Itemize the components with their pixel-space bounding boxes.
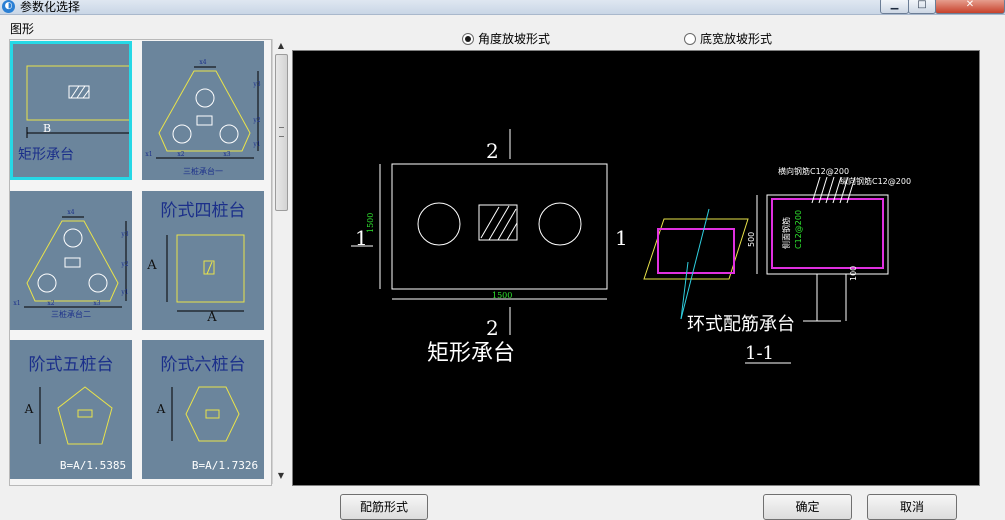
section-title: 1-1 <box>745 343 774 364</box>
thumb-formula: B=A/1.7326 <box>191 459 259 472</box>
thumb-dim-label: A <box>156 402 166 416</box>
thumb-dim-label: x4 <box>67 209 75 216</box>
rebar-side-spec: C12@200 <box>794 210 803 249</box>
radio-angle-slope[interactable]: 角度放坡形式 <box>462 30 550 47</box>
window-title: 参数化选择 <box>20 0 81 14</box>
rebar-form-button[interactable]: 配筋形式 <box>340 494 428 520</box>
radio-checked-icon <box>462 32 474 45</box>
thumb-caption: 阶式五桩台 <box>28 355 114 375</box>
radio-label: 底宽放坡形式 <box>700 32 773 46</box>
thumb-caption: 阶式四桩台 <box>160 201 246 221</box>
scroll-down-icon[interactable]: ▼ <box>273 469 289 483</box>
ok-button[interactable]: 确定 <box>763 494 852 520</box>
rebar-side-label: 侧面钢筋 <box>781 217 791 249</box>
dim-height: 1500 <box>366 213 375 233</box>
dim-width: 1500 <box>492 291 512 300</box>
title-bar: ◐ 参数化选择 ▁ □ ✕ <box>0 0 1005 15</box>
bottom-dim: 100 <box>849 266 858 281</box>
scroll-up-icon[interactable]: ▲ <box>273 39 289 53</box>
thumbnail-three-pile-1[interactable]: x4 x1 x2 x3 y1 y2 y3 三桩承台一 <box>142 41 264 180</box>
thumbnail-four-pile[interactable]: 阶式四桩台 A A <box>142 191 264 330</box>
thumb-caption: 阶式六桩台 <box>160 355 246 375</box>
section-mark-bottom: 2 <box>486 316 499 340</box>
thumb-dim-label: A <box>207 310 217 325</box>
thumb-dim-label: y1 <box>253 141 261 148</box>
thumb-caption: 三桩承台一 <box>183 167 223 176</box>
radio-unchecked-icon <box>684 32 696 45</box>
rebar-horizontal-label: 横向钢筋C12@200 <box>778 166 849 176</box>
minimize-button[interactable]: ▁ <box>880 0 909 14</box>
thumb-dim-label: A <box>24 402 34 416</box>
thumb-dim-label: x3 <box>223 151 231 158</box>
thumb-dim-label: x3 <box>93 300 101 307</box>
section-mark-top: 2 <box>486 139 499 163</box>
height-dim: 500 <box>747 232 756 247</box>
group-label: 图形 <box>10 22 35 36</box>
preview-canvas: 2 2 1 1 1500 1500 矩形承台 横向钢筋C12@200 纵向钢筋C… <box>292 50 980 486</box>
app-logo-icon: ◐ <box>2 0 15 13</box>
radio-width-slope[interactable]: 底宽放坡形式 <box>684 30 772 47</box>
mode-options: 角度放坡形式 底宽放坡形式 <box>291 26 978 48</box>
radio-label: 角度放坡形式 <box>478 32 551 46</box>
thumb-dim-label: y2 <box>253 117 261 124</box>
thumb-dim-label: y3 <box>253 81 261 88</box>
close-button[interactable]: ✕ <box>935 0 1005 14</box>
thumb-dim-label: x4 <box>199 59 207 66</box>
thumb-dim-label: B <box>42 122 52 135</box>
thumb-formula: B=A/1.5385 <box>59 459 127 472</box>
thumb-caption: 三桩承台二 <box>51 310 91 319</box>
scroll-thumb[interactable] <box>275 54 288 211</box>
plan-title: 矩形承台 <box>427 341 515 366</box>
side-mark-right: 1 <box>615 226 628 250</box>
grip-icon <box>279 127 284 137</box>
ring-title: 环式配筋承台 <box>687 314 795 335</box>
rebar-vertical-label: 纵向钢筋C12@200 <box>840 176 911 186</box>
thumbnail-scrollbar[interactable]: ▲ ▼ <box>272 39 289 484</box>
thumbnail-six-pile[interactable]: 阶式六桩台 A B=A/1.7326 <box>142 340 264 479</box>
thumbnail-rectangular[interactable]: B 矩形承台 <box>10 41 132 180</box>
thumb-dim-label: A <box>147 258 157 273</box>
thumbnail-panel: B 矩形承台 x4 x1 x2 x3 y1 y2 y3 三桩承台一 x4 x1 … <box>9 39 272 486</box>
cancel-button[interactable]: 取消 <box>867 494 957 520</box>
maximize-button[interactable]: □ <box>908 0 936 14</box>
